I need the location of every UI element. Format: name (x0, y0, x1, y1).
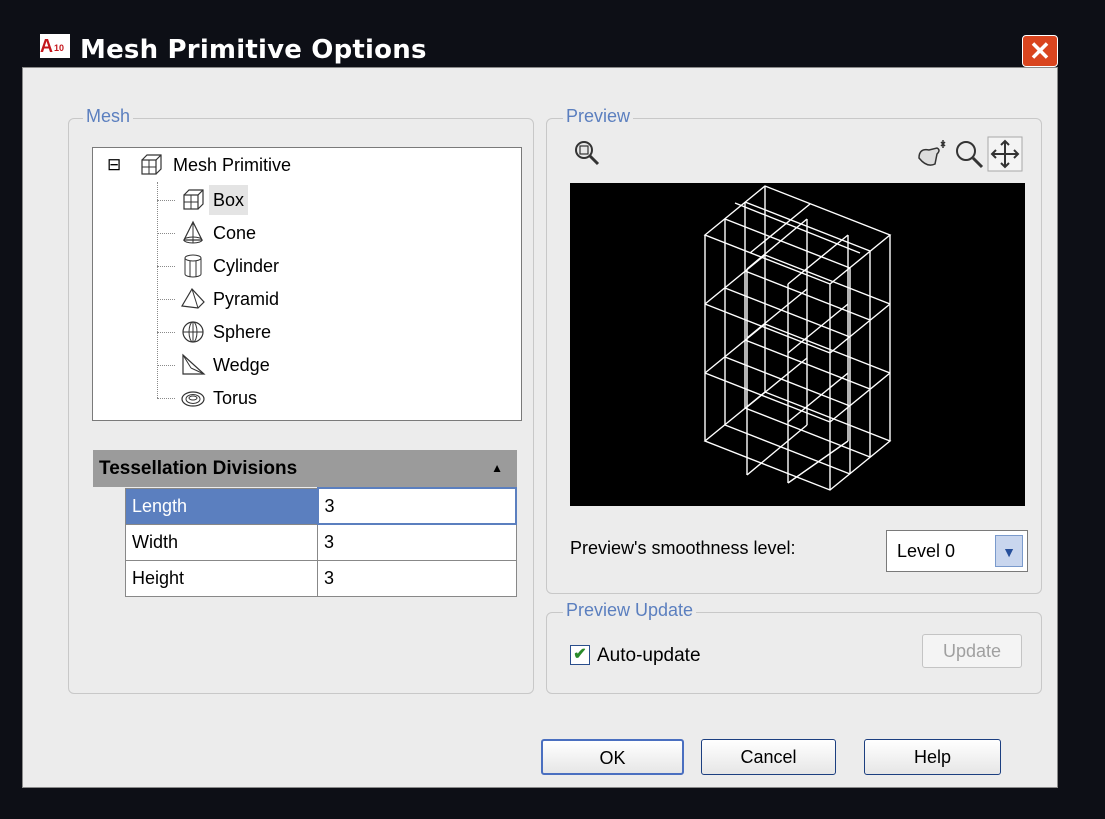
zoom-extents-icon[interactable] (572, 138, 602, 168)
tree-root-label: Mesh Primitive (173, 155, 292, 175)
tree-connector (157, 365, 175, 366)
property-row-length[interactable]: Length 3 (125, 487, 517, 525)
tree-item-pyramid[interactable]: Pyramid (93, 284, 513, 314)
tree-connector (157, 332, 175, 333)
tree-item-wedge[interactable]: Wedge (93, 350, 513, 380)
collapse-arrow-icon[interactable]: ▲ (491, 450, 503, 487)
tree-connector (157, 299, 175, 300)
property-name: Height (125, 559, 318, 597)
close-icon: ✕ (1029, 36, 1051, 66)
property-row-height[interactable]: Height 3 (125, 559, 517, 597)
wireframe-box-preview (703, 185, 892, 491)
tree-item-label: Torus (213, 388, 258, 408)
sphere-icon (182, 321, 204, 343)
tree-item-cylinder[interactable]: Cylinder (93, 251, 513, 281)
tessellation-divisions-header[interactable]: Tessellation Divisions ▲ (93, 450, 517, 487)
chevron-down-icon[interactable]: ▼ (995, 535, 1023, 567)
cancel-button[interactable]: Cancel (701, 739, 836, 775)
close-button[interactable]: ✕ (1022, 35, 1058, 67)
wedge-icon (182, 353, 206, 375)
tree-root-row[interactable]: ⊟ Mesh Primitive (93, 150, 513, 180)
tree-connector (157, 398, 175, 399)
box-icon (183, 189, 204, 210)
tessellation-header-label: Tessellation Divisions (99, 458, 298, 479)
tree-connector (157, 266, 175, 267)
property-name: Width (125, 523, 318, 561)
autocad-app-icon: A 10 (40, 34, 70, 58)
smoothness-level-select[interactable]: Level 0 ▼ (886, 530, 1028, 572)
update-button[interactable]: Update (922, 634, 1022, 668)
cylinder-icon (184, 254, 202, 278)
height-value-input[interactable]: 3 (317, 559, 517, 597)
smoothness-level-label: Preview's smoothness level: (570, 538, 796, 558)
torus-icon (181, 391, 205, 407)
tree-expander-icon[interactable]: ⊟ (107, 150, 121, 180)
auto-update-label[interactable]: Auto-update (597, 645, 701, 667)
tree-item-box[interactable]: Box (93, 185, 513, 215)
pan-icon[interactable] (987, 136, 1023, 172)
orbit-hand-icon[interactable] (915, 138, 951, 170)
tree-item-label: Sphere (213, 322, 272, 342)
pyramid-icon (181, 287, 205, 309)
mesh-preview-viewport[interactable] (570, 183, 1025, 506)
auto-update-checkbox[interactable]: ✔ (570, 645, 590, 665)
zoom-icon[interactable] (953, 138, 985, 170)
cone-icon (183, 220, 203, 244)
mesh-group-label: Mesh (83, 106, 134, 127)
app-icon-letter: A (40, 36, 53, 56)
tree-item-label: Cone (213, 223, 257, 243)
preview-update-group-label: Preview Update (563, 600, 697, 621)
tessellation-property-grid: Length 3 Width 3 Height 3 (125, 487, 517, 597)
smoothness-level-value: Level 0 (897, 541, 956, 561)
tree-item-label: Box (209, 185, 249, 215)
property-row-width[interactable]: Width 3 (125, 523, 517, 561)
width-value-input[interactable]: 3 (317, 523, 517, 561)
length-value-input[interactable]: 3 (316, 487, 517, 525)
dialog-title: Mesh Primitive Options (80, 35, 427, 65)
tree-item-cone[interactable]: Cone (93, 218, 513, 248)
tree-item-torus[interactable]: Torus (93, 383, 513, 413)
mesh-primitive-tree[interactable]: ⊟ Mesh Primitive Box Cone Cylinder Pyram… (92, 147, 522, 421)
help-button[interactable]: Help (864, 739, 1001, 775)
property-name: Length (125, 487, 318, 525)
tree-item-label: Cylinder (213, 256, 280, 276)
tree-item-sphere[interactable]: Sphere (93, 317, 513, 347)
tree-connector (157, 200, 175, 201)
preview-group-label: Preview (563, 106, 634, 127)
tree-item-label: Pyramid (213, 289, 280, 309)
tree-connector (157, 233, 175, 234)
app-icon-version: 10 (54, 43, 65, 53)
ok-button[interactable]: OK (541, 739, 684, 775)
tree-item-label: Wedge (213, 355, 270, 375)
mesh-primitive-icon (141, 154, 162, 175)
